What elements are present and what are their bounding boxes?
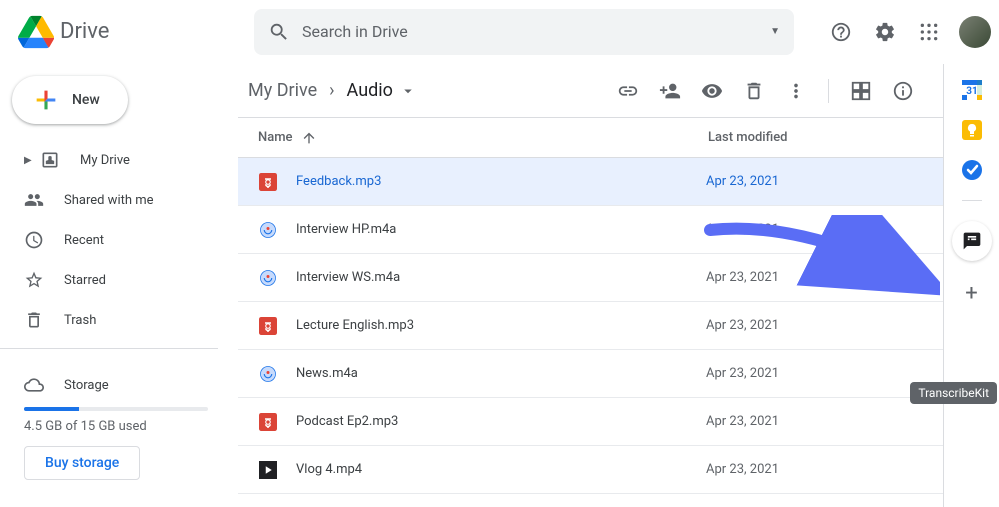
file-type-icon: [258, 268, 278, 288]
file-date: Apr 23, 2021: [706, 462, 779, 477]
file-type-icon: [258, 412, 278, 432]
plus-icon: [32, 86, 60, 114]
nav-recent[interactable]: Recent: [0, 220, 238, 260]
breadcrumb: My Drive › Audio: [242, 76, 423, 105]
more-icon[interactable]: [776, 71, 816, 111]
divider: [828, 79, 829, 103]
buy-storage-button[interactable]: Buy storage: [24, 446, 140, 480]
storage-text: 4.5 GB of 15 GB used: [24, 419, 214, 434]
tooltip: TranscribeKit: [910, 382, 997, 404]
file-name: News.m4a: [296, 366, 706, 381]
delete-icon[interactable]: [734, 71, 774, 111]
file-row[interactable]: Interview WS.m4aApr 23, 2021: [238, 254, 943, 302]
people-icon: [24, 190, 44, 210]
file-row[interactable]: News.m4aApr 23, 2021: [238, 350, 943, 398]
divider: [0, 348, 218, 349]
file-name: Vlog 4.mp4: [296, 462, 706, 477]
clock-icon: [24, 230, 44, 250]
transcribekit-button[interactable]: [952, 221, 992, 261]
preview-icon[interactable]: [692, 71, 732, 111]
file-row[interactable]: Feedback.mp3Apr 23, 2021: [238, 158, 943, 206]
file-type-icon: [258, 220, 278, 240]
settings-icon[interactable]: [865, 12, 905, 52]
drive-logo-icon: [16, 12, 56, 52]
calendar-app-icon[interactable]: 31: [962, 80, 982, 100]
file-date: Apr 23, 2021: [706, 270, 779, 285]
search-icon: [268, 21, 290, 43]
drive-icon: [40, 150, 60, 170]
column-name[interactable]: Name: [258, 130, 708, 146]
file-row[interactable]: Interview HP.m4aApr 23, 2021: [238, 206, 943, 254]
apps-icon[interactable]: [909, 12, 949, 52]
nav-my-drive[interactable]: ▶ My Drive: [0, 140, 238, 180]
file-date: Apr 23, 2021: [706, 414, 779, 429]
keep-app-icon[interactable]: [962, 120, 982, 140]
file-name: Feedback.mp3: [296, 174, 706, 189]
column-modified[interactable]: Last modified: [708, 130, 788, 145]
file-name: Podcast Ep2.mp3: [296, 414, 706, 429]
star-icon: [24, 270, 44, 290]
tasks-app-icon[interactable]: [962, 160, 982, 180]
svg-text:31: 31: [966, 86, 977, 97]
drive-logo[interactable]: Drive: [16, 12, 254, 52]
breadcrumb-current[interactable]: Audio: [341, 76, 423, 105]
nav-storage[interactable]: Storage: [24, 365, 214, 405]
search-options-caret-icon[interactable]: ▼: [770, 26, 780, 37]
file-row[interactable]: Vlog 4.mp4Apr 23, 2021: [238, 446, 943, 494]
grid-view-icon[interactable]: [841, 71, 881, 111]
expand-icon[interactable]: ▶: [24, 155, 36, 166]
file-type-icon: [258, 460, 278, 480]
breadcrumb-root[interactable]: My Drive: [242, 76, 323, 105]
dropdown-icon: [399, 82, 417, 100]
info-icon[interactable]: [883, 71, 923, 111]
support-icon[interactable]: [821, 12, 861, 52]
file-row[interactable]: Lecture English.mp3Apr 23, 2021: [238, 302, 943, 350]
cloud-icon: [24, 375, 44, 395]
new-label: New: [72, 92, 100, 108]
nav-shared[interactable]: Shared with me: [0, 180, 238, 220]
file-date: Apr 23, 2021: [706, 366, 779, 381]
divider: [962, 200, 982, 201]
sort-arrow-up-icon: [301, 130, 317, 146]
link-icon[interactable]: [608, 71, 648, 111]
file-name: Lecture English.mp3: [296, 318, 706, 333]
search-input[interactable]: [302, 22, 770, 41]
add-addon-icon[interactable]: +: [965, 281, 977, 306]
file-type-icon: [258, 172, 278, 192]
file-type-icon: [258, 364, 278, 384]
nav-trash[interactable]: Trash: [0, 300, 238, 340]
nav-starred[interactable]: Starred: [0, 260, 238, 300]
file-date: Apr 23, 2021: [706, 174, 779, 189]
product-name: Drive: [60, 19, 109, 44]
file-date: Apr 23, 2021: [706, 222, 779, 237]
trash-icon: [24, 310, 44, 330]
user-avatar[interactable]: [959, 16, 991, 48]
file-row[interactable]: Podcast Ep2.mp3Apr 23, 2021: [238, 398, 943, 446]
chevron-right-icon: ›: [329, 80, 334, 101]
search-bar[interactable]: ▼: [254, 9, 794, 55]
new-button[interactable]: New: [12, 76, 128, 124]
storage-bar: [24, 407, 208, 411]
file-date: Apr 23, 2021: [706, 318, 779, 333]
file-name: Interview WS.m4a: [296, 270, 706, 285]
file-type-icon: [258, 316, 278, 336]
file-name: Interview HP.m4a: [296, 222, 706, 237]
share-icon[interactable]: [650, 71, 690, 111]
